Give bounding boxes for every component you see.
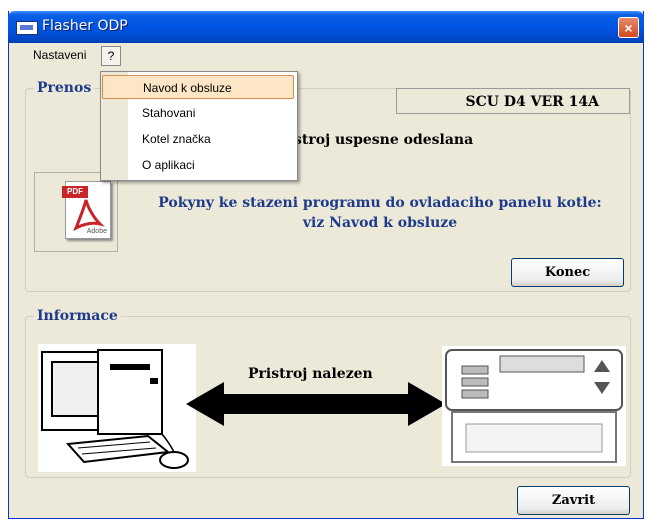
menu-nastaveni[interactable]: Nastaveni [29, 46, 90, 64]
menu-item-kotel-znacka[interactable]: Kotel značka [102, 127, 294, 151]
close-button[interactable]: × [618, 17, 639, 38]
menu-item-navod[interactable]: Navod k obsluze [102, 75, 294, 99]
device-found-text: Pristroj nalezen [248, 366, 373, 382]
menu-help[interactable]: ? [101, 46, 121, 66]
help-dropdown-menu: Navod k obsluze Stahovani Kotel značka O… [100, 71, 298, 181]
title-bar[interactable]: Flasher ODP × [8, 11, 644, 43]
pdf-icon: PDF Adobe [62, 181, 111, 239]
window-title: Flasher ODP [42, 18, 128, 34]
download-instructions: Pokyny ke stazeni programu do ovladaciho… [140, 193, 620, 233]
menu-item-stahovani[interactable]: Stahovani [102, 101, 294, 125]
monitor-app-icon [16, 21, 38, 35]
version-display: SCU D4 VER 14A [396, 88, 630, 114]
konec-button[interactable]: Konec [511, 258, 624, 287]
instruction-line-1: Pokyny ke stazeni programu do ovladaciho… [158, 195, 602, 211]
control-panel-illustration [442, 346, 626, 466]
prenos-group-title: Prenos [34, 80, 95, 96]
informace-group-title: Informace [34, 308, 121, 324]
zavrit-button[interactable]: Zavrit [517, 486, 630, 515]
pdf-caption: Adobe [86, 228, 107, 235]
transfer-status-text: stroj uspesne odeslana [294, 132, 474, 148]
pdf-manual-button[interactable]: PDF Adobe [34, 172, 118, 252]
double-arrow-icon [186, 382, 446, 431]
instruction-line-2: viz Navod k obsluze [302, 215, 458, 231]
computer-illustration [38, 344, 196, 472]
menu-item-o-aplikaci[interactable]: O aplikaci [102, 153, 294, 177]
menu-bar: Nastaveni ? [9, 43, 643, 67]
